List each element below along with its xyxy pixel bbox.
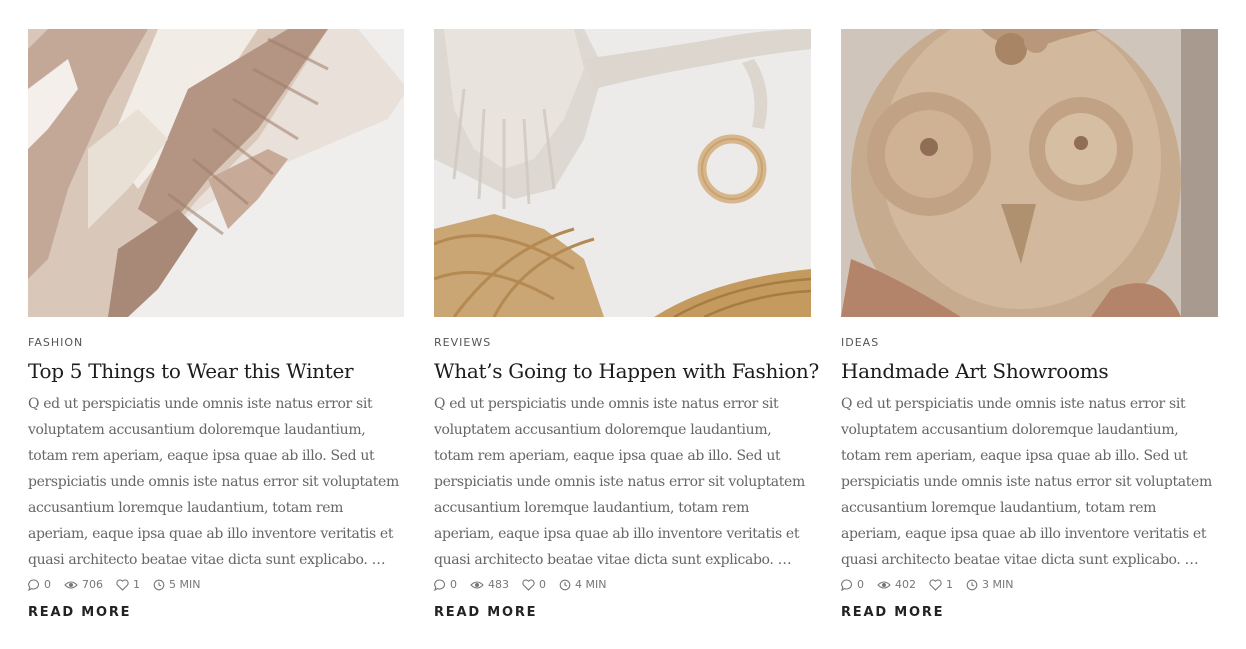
views-value: 402 [895, 578, 916, 591]
post-card: REVIEWS What’s Going to Happen with Fash… [434, 29, 819, 620]
post-meta: 0 483 0 4 MIN [434, 578, 619, 591]
views-count: 402 [877, 578, 916, 591]
post-excerpt: Q ed ut perspiciatis unde omnis iste nat… [28, 396, 399, 568]
comment-bubble-icon [28, 578, 40, 591]
clock-icon [153, 579, 165, 590]
comments-value: 0 [450, 578, 457, 591]
post-meta: 0 402 1 3 MIN [841, 578, 1026, 591]
read-time: 3 MIN [966, 578, 1013, 591]
comments-value: 0 [44, 578, 51, 591]
post-meta: 0 706 1 5 MIN [28, 578, 213, 591]
eye-icon [877, 580, 891, 589]
read-time: 5 MIN [153, 578, 200, 591]
comments-count[interactable]: 0 [28, 578, 51, 591]
clock-icon [559, 579, 571, 590]
read-time: 4 MIN [559, 578, 606, 591]
read-time-value: 5 MIN [169, 578, 201, 591]
post-thumbnail[interactable] [434, 29, 811, 317]
views-value: 483 [488, 578, 509, 591]
comments-count[interactable]: 0 [434, 578, 457, 591]
post-thumbnail[interactable] [28, 29, 404, 317]
views-value: 706 [82, 578, 103, 591]
post-card: FASHION Top 5 Things to Wear this Winter… [28, 29, 404, 620]
post-card: IDEAS Handmade Art Showrooms Q ed ut per… [841, 29, 1218, 620]
post-title[interactable]: Top 5 Things to Wear this Winter [28, 359, 354, 383]
likes-count[interactable]: 0 [522, 578, 546, 591]
read-more-link[interactable]: READ MORE [434, 605, 537, 620]
eye-icon [470, 580, 484, 589]
heart-icon [929, 578, 942, 591]
read-time-value: 3 MIN [982, 578, 1014, 591]
views-count: 706 [64, 578, 103, 591]
read-more-link[interactable]: READ MORE [841, 605, 944, 620]
comments-value: 0 [857, 578, 864, 591]
heart-icon [116, 578, 129, 591]
post-category[interactable]: REVIEWS [434, 336, 491, 349]
comment-bubble-icon [434, 578, 446, 591]
heart-icon [522, 578, 535, 591]
likes-count[interactable]: 1 [116, 578, 140, 591]
comment-bubble-icon [841, 578, 853, 591]
likes-value: 1 [946, 578, 953, 591]
clock-icon [966, 579, 978, 590]
eye-icon [64, 580, 78, 589]
post-category[interactable]: FASHION [28, 336, 83, 349]
post-title[interactable]: Handmade Art Showrooms [841, 359, 1109, 383]
read-time-value: 4 MIN [575, 578, 607, 591]
likes-count[interactable]: 1 [929, 578, 953, 591]
post-excerpt: Q ed ut perspiciatis unde omnis iste nat… [841, 396, 1212, 568]
likes-value: 1 [133, 578, 140, 591]
views-count: 483 [470, 578, 509, 591]
post-thumbnail[interactable] [841, 29, 1218, 317]
post-category[interactable]: IDEAS [841, 336, 879, 349]
likes-value: 0 [539, 578, 546, 591]
post-title[interactable]: What’s Going to Happen with Fashion? [434, 359, 819, 383]
post-excerpt: Q ed ut perspiciatis unde omnis iste nat… [434, 396, 805, 568]
comments-count[interactable]: 0 [841, 578, 864, 591]
read-more-link[interactable]: READ MORE [28, 605, 131, 620]
